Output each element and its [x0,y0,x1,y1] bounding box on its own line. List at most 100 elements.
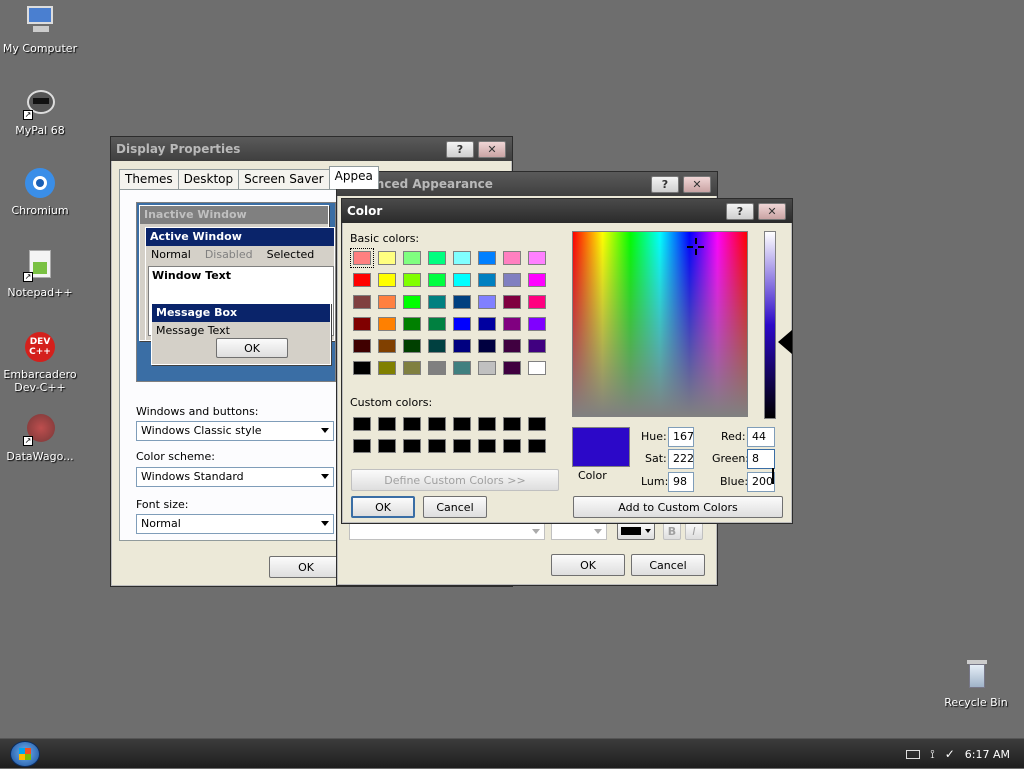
basic-color-swatch[interactable] [378,273,396,287]
basic-color-swatch[interactable] [403,273,421,287]
basic-color-swatch[interactable] [403,251,421,265]
basic-color-swatch[interactable] [428,295,446,309]
color-dialog-titlebar[interactable]: Color ? ✕ [342,199,792,223]
luminosity-slider-arrow[interactable] [778,330,792,354]
basic-color-swatch[interactable] [528,339,546,353]
basic-color-swatch[interactable] [478,251,496,265]
basic-color-swatch[interactable] [353,361,371,375]
clock[interactable]: 6:17 AM [965,748,1010,761]
tab-appearance[interactable]: Appea [328,166,379,189]
custom-color-swatch[interactable] [378,417,396,431]
advanced-ok-button[interactable]: OK [551,554,625,576]
custom-color-swatch[interactable] [428,439,446,453]
basic-color-swatch[interactable] [403,361,421,375]
basic-color-swatch[interactable] [528,251,546,265]
basic-color-swatch[interactable] [353,273,371,287]
basic-color-swatch[interactable] [528,317,546,331]
custom-color-swatch[interactable] [378,439,396,453]
basic-color-swatch[interactable] [378,361,396,375]
font-size-select[interactable]: Normal [136,514,334,534]
define-custom-colors-button[interactable]: Define Custom Colors >> [351,469,559,491]
basic-color-swatch[interactable] [503,339,521,353]
desktop-icon-mypal[interactable]: ↗ MyPal 68 [0,86,80,137]
basic-color-swatch[interactable] [428,339,446,353]
basic-color-swatch[interactable] [378,251,396,265]
basic-color-swatch[interactable] [378,295,396,309]
custom-color-swatch[interactable] [528,439,546,453]
basic-color-swatch[interactable] [453,295,471,309]
close-button[interactable]: ✕ [683,175,711,193]
close-button[interactable]: ✕ [478,140,506,158]
basic-color-swatch[interactable] [403,339,421,353]
help-button[interactable]: ? [651,175,679,193]
basic-color-swatch[interactable] [478,295,496,309]
desktop-icon-my-computer[interactable]: My Computer [0,4,80,55]
basic-color-swatch[interactable] [503,295,521,309]
display-properties-titlebar[interactable]: Display Properties ? ✕ [111,137,512,161]
item-font-size-select[interactable] [551,522,607,540]
basic-color-swatch[interactable] [503,273,521,287]
basic-color-swatch[interactable] [378,339,396,353]
color-ok-button[interactable]: OK [351,496,415,518]
green-input[interactable]: 8 [747,449,775,469]
red-input[interactable]: 44 [747,427,775,447]
windows-buttons-select[interactable]: Windows Classic style [136,421,334,441]
basic-color-swatch[interactable] [353,317,371,331]
color-cancel-button[interactable]: Cancel [423,496,487,518]
custom-color-swatch[interactable] [453,417,471,431]
basic-color-swatch[interactable] [503,251,521,265]
basic-color-swatch[interactable] [428,251,446,265]
color-spectrum[interactable] [572,231,748,417]
keyboard-icon[interactable] [906,749,921,759]
basic-color-swatch[interactable] [428,361,446,375]
custom-color-swatch[interactable] [403,417,421,431]
custom-color-swatch[interactable] [528,417,546,431]
basic-color-swatch[interactable] [453,361,471,375]
basic-color-swatch[interactable] [478,273,496,287]
basic-color-swatch[interactable] [378,317,396,331]
blue-input[interactable]: 200 [747,472,775,492]
custom-color-swatch[interactable] [428,417,446,431]
help-button[interactable]: ? [446,140,474,158]
tab-desktop[interactable]: Desktop [177,169,240,189]
add-to-custom-colors-button[interactable]: Add to Custom Colors [573,496,783,518]
custom-color-swatch[interactable] [478,439,496,453]
custom-color-swatch[interactable] [503,439,521,453]
custom-color-swatch[interactable] [403,439,421,453]
tab-themes[interactable]: Themes [119,169,179,189]
custom-color-swatch[interactable] [503,417,521,431]
desktop-icon-chromium[interactable]: Chromium [0,166,80,217]
basic-color-swatch[interactable] [478,317,496,331]
basic-color-swatch[interactable] [528,273,546,287]
advanced-cancel-button[interactable]: Cancel [631,554,705,576]
sat-input[interactable]: 222 [668,449,694,469]
italic-toggle[interactable]: I [685,522,703,540]
volume-icon[interactable]: ✓ [945,747,955,761]
luminosity-bar[interactable] [764,231,776,419]
basic-color-swatch[interactable] [428,273,446,287]
custom-color-swatch[interactable] [353,417,371,431]
basic-color-swatch[interactable] [403,295,421,309]
basic-color-swatch[interactable] [478,339,496,353]
basic-color-swatch[interactable] [453,339,471,353]
custom-color-swatch[interactable] [453,439,471,453]
tab-screen-saver[interactable]: Screen Saver [238,169,330,189]
basic-color-swatch[interactable] [528,361,546,375]
desktop-icon-datawagon[interactable]: ↗ DataWago... [0,412,80,463]
help-button[interactable]: ? [726,202,754,220]
network-icon[interactable]: ⟟ [930,747,934,762]
bold-toggle[interactable]: B [663,522,681,540]
basic-color-swatch[interactable] [353,339,371,353]
lum-input[interactable]: 98 [668,472,694,492]
advanced-appearance-titlebar[interactable]: Advanced Appearance ? ✕ [337,172,717,196]
basic-color-swatch[interactable] [428,317,446,331]
start-button[interactable] [10,741,40,767]
desktop-icon-recycle-bin[interactable]: Recycle Bin [936,658,1016,709]
custom-color-swatch[interactable] [478,417,496,431]
basic-color-swatch[interactable] [453,273,471,287]
hue-input[interactable]: 167 [668,427,694,447]
basic-color-swatch[interactable] [403,317,421,331]
basic-color-swatch[interactable] [453,317,471,331]
desktop-icon-notepadpp[interactable]: ↗ Notepad++ [0,248,80,299]
custom-color-swatch[interactable] [353,439,371,453]
